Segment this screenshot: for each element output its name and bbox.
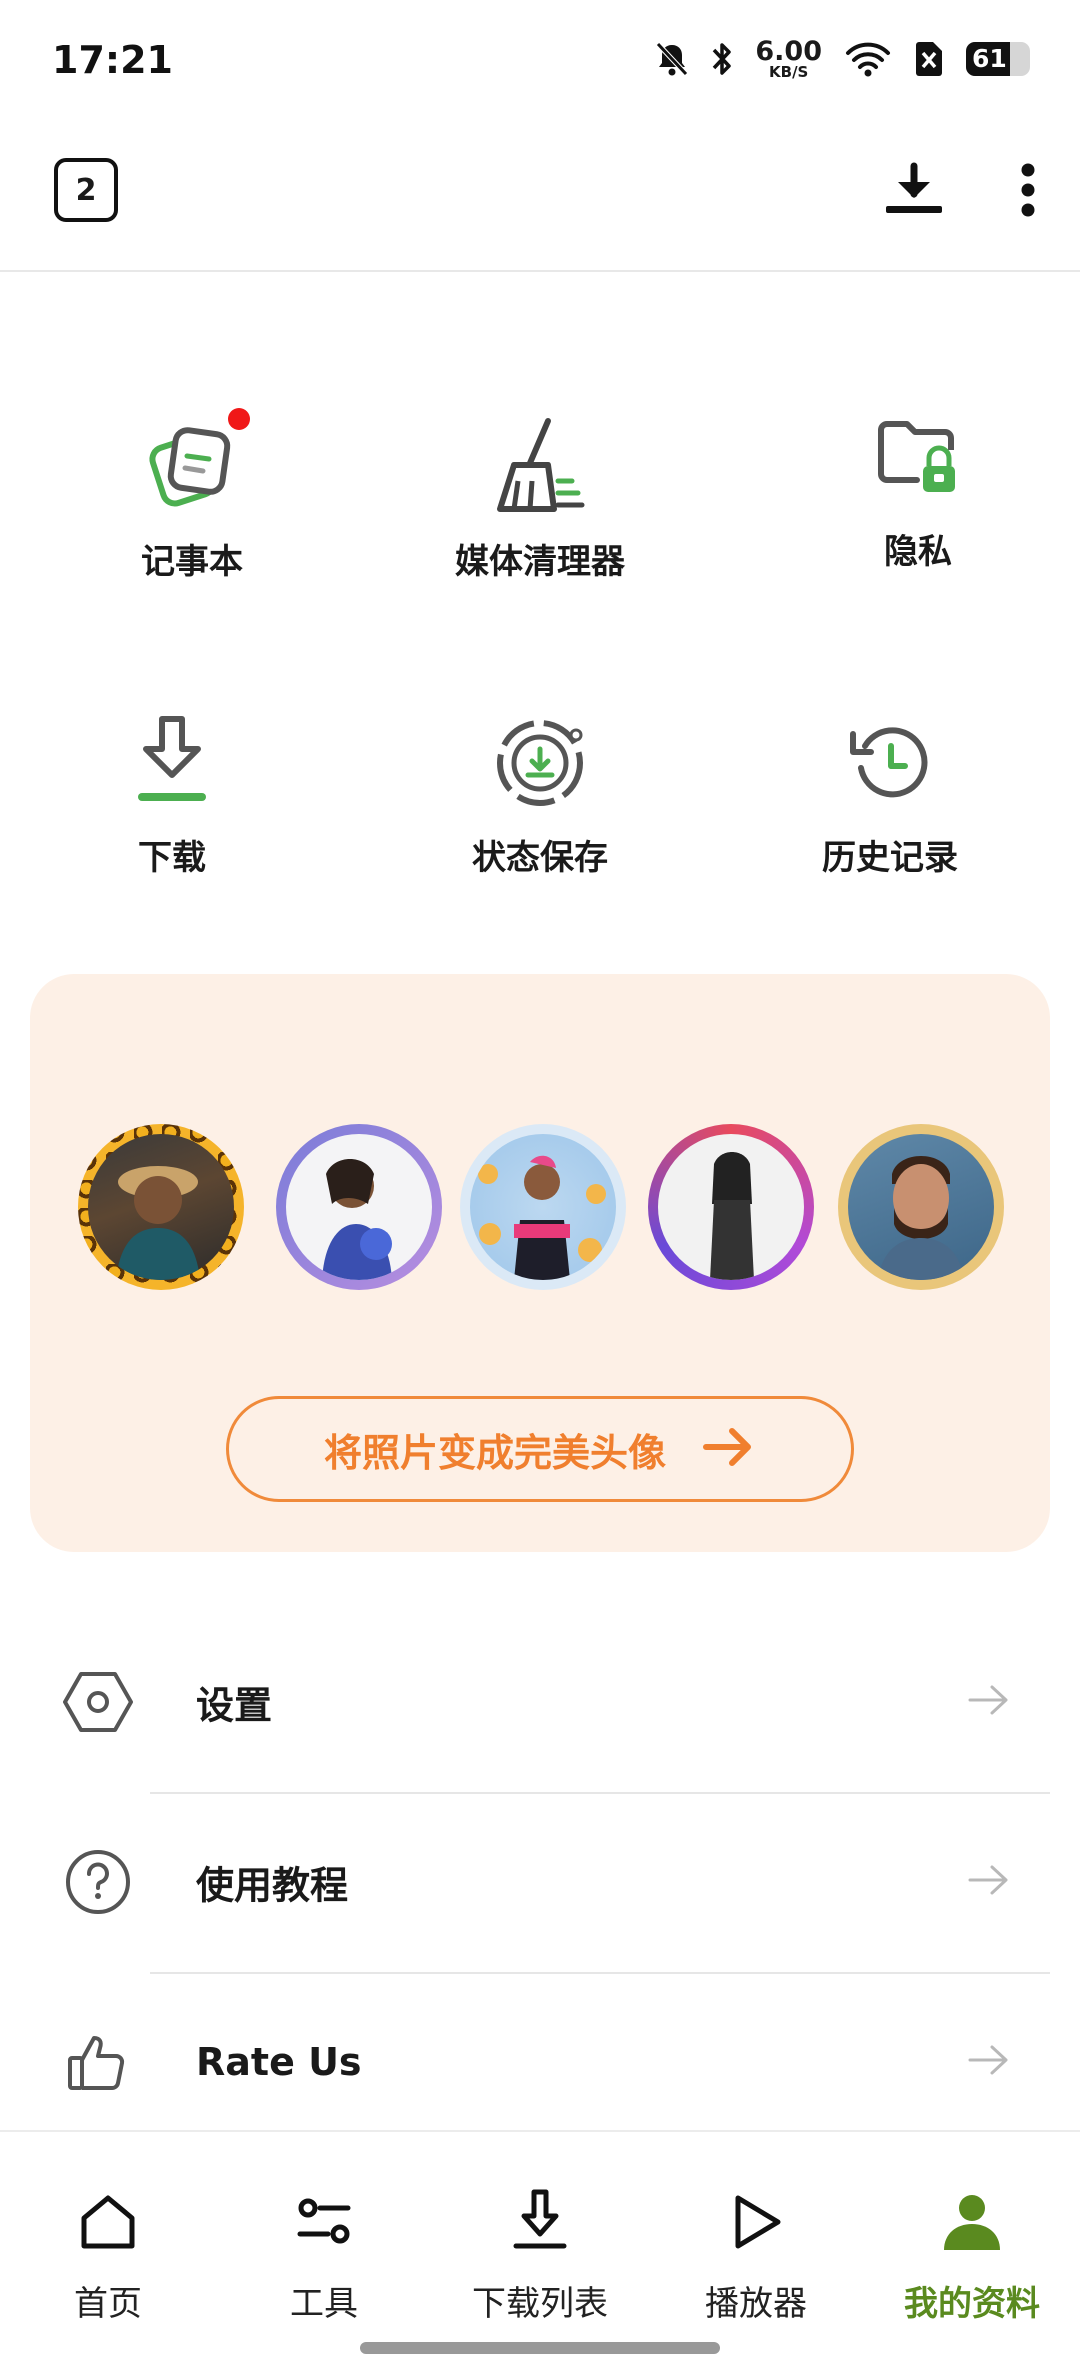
bell-off-icon [655,41,689,77]
nav-label: 下载列表 [472,2284,608,2324]
list-item-rate-us[interactable]: Rate Us [0,1972,1080,2152]
tool-status-saver[interactable]: 状态保存 [390,706,690,879]
status-time: 17:21 [52,38,173,82]
list-item-label: 使用教程 [196,1863,349,1908]
settings-hexagon-icon [60,1664,136,1740]
more-vertical-icon[interactable] [1018,162,1038,222]
app-screen: 17:21 6.00 KB/S 61 2 记事本 媒体清理器 隐私 下载 状态保… [0,0,1080,2376]
download-icon[interactable] [882,162,946,222]
tool-label: 隐私 [884,532,952,572]
broom-icon [390,410,690,520]
tool-notepad[interactable]: 记事本 [42,408,342,583]
home-indicator [360,2342,720,2354]
history-icon [740,706,1040,816]
status-bar: 17:21 6.00 KB/S 61 [0,0,1080,126]
status-saver-icon [390,706,690,816]
profile-icon [864,2132,1080,2252]
help-circle-icon [60,1844,136,1920]
avatar-sample-5[interactable] [838,1124,1004,1290]
nav-home[interactable]: 首页 [0,2132,216,2332]
bluetooth-icon [711,40,733,78]
battery-icon: 61 [966,42,1030,76]
network-speed: 6.00 KB/S [755,36,822,81]
nav-label: 首页 [74,2284,142,2324]
tool-privacy[interactable]: 隐私 [768,400,1068,573]
tool-label: 记事本 [141,542,243,582]
tool-download[interactable]: 下载 [22,706,322,879]
nav-label: 播放器 [705,2284,807,2324]
chevron-right-icon [968,1684,1010,1720]
make-avatar-button[interactable]: 将照片变成完美头像 [226,1396,854,1502]
list-item-settings[interactable]: 设置 [0,1612,1080,1792]
tool-media-cleaner[interactable]: 媒体清理器 [390,410,690,583]
sim-off-icon [914,41,944,77]
avatar-sample-2[interactable] [276,1124,442,1290]
nav-player[interactable]: 播放器 [648,2132,864,2332]
nav-label: 我的资料 [904,2284,1040,2324]
home-icon [0,2132,216,2252]
list-item-label: 设置 [196,1683,273,1728]
avatar-sample-4[interactable] [648,1124,814,1290]
play-icon [648,2132,864,2252]
tool-label: 媒体清理器 [455,542,625,582]
chevron-right-icon [968,2044,1010,2080]
download-icon [22,706,322,816]
private-folder-icon [768,400,1068,510]
nav-profile[interactable]: 我的资料 [864,2132,1080,2332]
avatar-sample-1[interactable] [78,1124,244,1290]
make-avatar-label: 将照片变成完美头像 [323,1430,666,1475]
nav-label: 工具 [290,2284,358,2324]
avatar-sample-3[interactable] [460,1124,626,1290]
tab-count-button[interactable]: 2 [54,158,118,222]
nav-tools[interactable]: 工具 [216,2132,432,2332]
arrow-right-icon [702,1425,756,1473]
notification-badge [228,408,250,430]
download-list-icon [432,2132,648,2252]
thumbs-up-icon [60,2024,136,2100]
tool-history[interactable]: 历史记录 [740,706,1040,879]
tool-label: 下载 [138,838,206,878]
nav-download-list[interactable]: 下载列表 [432,2132,648,2332]
avatar-promo-card: 将照片变成完美头像 [30,974,1050,1552]
bottom-navigation: 首页 工具 下载列表 播放器 我的资料 [0,2130,1080,2376]
notepad-icon [42,408,342,520]
tool-label: 历史记录 [822,838,958,878]
app-bar: 2 [0,126,1080,272]
wifi-icon [844,41,892,77]
list-item-label: Rate Us [196,2040,362,2084]
tool-label: 状态保存 [472,838,608,878]
tools-icon [216,2132,432,2252]
status-icons: 6.00 KB/S 61 [655,38,1030,80]
chevron-right-icon [968,1864,1010,1900]
list-item-tutorial[interactable]: 使用教程 [0,1792,1080,1972]
